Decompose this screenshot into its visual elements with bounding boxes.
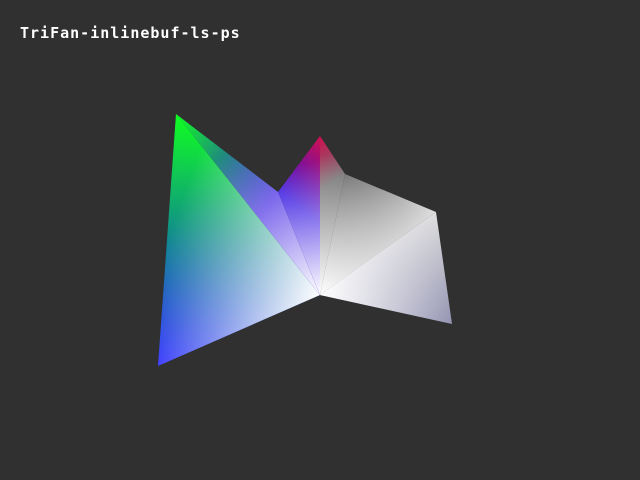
render-viewport: TriFan-inlinebuf-ls-ps bbox=[0, 0, 640, 480]
triangle-fan bbox=[158, 114, 452, 366]
